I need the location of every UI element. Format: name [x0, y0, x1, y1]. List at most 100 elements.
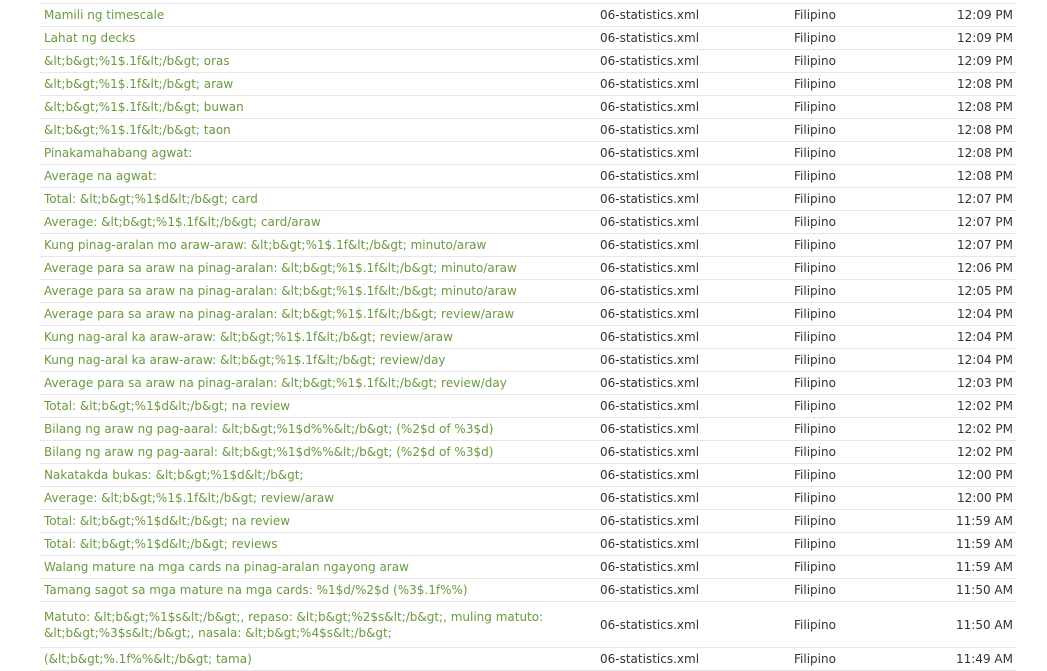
source-string-link[interactable]: Average: &lt;b&gt;%1$.1f&lt;/b&gt; revie… — [44, 487, 584, 509]
file-name: 06-statistics.xml — [600, 192, 700, 206]
source-string-link[interactable]: Average para sa araw na pinag-aralan: &l… — [44, 257, 584, 279]
source-string-link[interactable]: Kung nag-aral ka araw-araw: &lt;b&gt;%1$… — [44, 326, 584, 348]
timestamp: 12:00 PM — [957, 468, 1013, 482]
table-row[interactable]: Nakatakda bukas: &lt;b&gt;%1$d&lt;/b&gt;… — [40, 464, 1016, 487]
source-string-link[interactable]: Kung nag-aral ka araw-araw: &lt;b&gt;%1$… — [44, 349, 584, 371]
source-string-link[interactable]: Bilang ng araw ng pag-aaral: &lt;b&gt;%1… — [44, 418, 584, 440]
timestamp: 12:08 PM — [957, 146, 1013, 160]
file-name: 06-statistics.xml — [600, 31, 700, 45]
file-name: 06-statistics.xml — [600, 468, 700, 482]
table-row[interactable]: &lt;b&gt;%1$.1f&lt;/b&gt; buwan 06-stati… — [40, 96, 1016, 119]
source-string-link[interactable]: Average para sa araw na pinag-aralan: &l… — [44, 280, 584, 302]
file-name: 06-statistics.xml — [600, 123, 700, 137]
source-string-link[interactable]: Tamang sagot sa mga mature na mga cards:… — [44, 579, 584, 601]
table-row[interactable]: Total: &lt;b&gt;%1$d&lt;/b&gt; reviews 0… — [40, 533, 1016, 556]
file-name: 06-statistics.xml — [600, 583, 700, 597]
table-row[interactable]: Average na agwat: 06-statistics.xml Fili… — [40, 165, 1016, 188]
file-name: 06-statistics.xml — [600, 8, 700, 22]
file-name: 06-statistics.xml — [600, 169, 700, 183]
timestamp: 12:04 PM — [957, 353, 1013, 367]
table-row[interactable]: Total: &lt;b&gt;%1$d&lt;/b&gt; na review… — [40, 395, 1016, 418]
source-string-link[interactable]: Total: &lt;b&gt;%1$d&lt;/b&gt; na review — [44, 510, 584, 532]
timestamp: 12:05 PM — [957, 284, 1013, 298]
table-row[interactable]: Walang mature na mga cards na pinag-aral… — [40, 556, 1016, 579]
timestamp: 12:08 PM — [957, 123, 1013, 137]
timestamp: 11:49 AM — [956, 652, 1013, 666]
table-row[interactable]: Average: &lt;b&gt;%1$.1f&lt;/b&gt; revie… — [40, 487, 1016, 510]
table-row[interactable]: Bilang ng araw ng pag-aaral: &lt;b&gt;%1… — [40, 441, 1016, 464]
table-row[interactable]: Mamili ng timescale 06-statistics.xml Fi… — [40, 4, 1016, 27]
file-name: 06-statistics.xml — [600, 261, 700, 275]
source-string-link[interactable]: Matuto: &lt;b&gt;%1$s&lt;/b&gt;, repaso:… — [44, 602, 584, 647]
file-name: 06-statistics.xml — [600, 514, 700, 528]
table-row[interactable]: &lt;b&gt;%1$.1f&lt;/b&gt; taon 06-statis… — [40, 119, 1016, 142]
table-row[interactable]: Kung pinag-aralan mo araw-araw: &lt;b&gt… — [40, 234, 1016, 257]
table-row[interactable]: Average para sa araw na pinag-aralan: &l… — [40, 257, 1016, 280]
timestamp: 12:00 PM — [957, 491, 1013, 505]
table-row[interactable]: Lahat ng decks 06-statistics.xml Filipin… — [40, 27, 1016, 50]
source-string-link[interactable]: Pinakamahabang agwat: — [44, 142, 584, 164]
source-string-link[interactable]: &lt;b&gt;%1$.1f&lt;/b&gt; taon — [44, 119, 584, 141]
table-row[interactable]: &lt;b&gt;%1$.1f&lt;/b&gt; araw 06-statis… — [40, 73, 1016, 96]
timestamp: 12:08 PM — [957, 169, 1013, 183]
source-string-link[interactable]: Total: &lt;b&gt;%1$d&lt;/b&gt; reviews — [44, 533, 584, 555]
timestamp: 12:08 PM — [957, 100, 1013, 114]
source-string-link[interactable]: Average na agwat: — [44, 165, 584, 187]
file-name: 06-statistics.xml — [600, 54, 700, 68]
file-name: 06-statistics.xml — [600, 77, 700, 91]
file-name: 06-statistics.xml — [600, 238, 700, 252]
table-row[interactable]: Matuto: &lt;b&gt;%1$s&lt;/b&gt;, repaso:… — [40, 602, 1016, 648]
source-string-link[interactable]: Walang mature na mga cards na pinag-aral… — [44, 556, 584, 578]
source-string-link[interactable]: Total: &lt;b&gt;%1$d&lt;/b&gt; card — [44, 188, 584, 210]
timestamp: 12:07 PM — [957, 238, 1013, 252]
source-string-link[interactable]: Mamili ng timescale — [44, 4, 584, 26]
timestamp: 12:02 PM — [957, 399, 1013, 413]
file-name: 06-statistics.xml — [600, 399, 700, 413]
file-name: 06-statistics.xml — [600, 307, 700, 321]
timestamp: 11:50 AM — [956, 583, 1013, 597]
table-row[interactable]: Average para sa araw na pinag-aralan: &l… — [40, 303, 1016, 326]
timestamp: 12:09 PM — [957, 31, 1013, 45]
source-string-link[interactable]: Total: &lt;b&gt;%1$d&lt;/b&gt; na review — [44, 395, 584, 417]
source-string-link[interactable]: &lt;b&gt;%1$.1f&lt;/b&gt; araw — [44, 73, 584, 95]
table-row[interactable]: Average para sa araw na pinag-aralan: &l… — [40, 280, 1016, 303]
timestamp: 11:59 AM — [956, 514, 1013, 528]
source-string-link[interactable]: Nakatakda bukas: &lt;b&gt;%1$d&lt;/b&gt; — [44, 464, 584, 486]
source-string-link[interactable]: Average: &lt;b&gt;%1$.1f&lt;/b&gt; card/… — [44, 211, 584, 233]
timestamp: 12:03 PM — [957, 376, 1013, 390]
timestamp: 11:50 AM — [956, 617, 1013, 632]
table-row[interactable]: Average: &lt;b&gt;%1$.1f&lt;/b&gt; card/… — [40, 211, 1016, 234]
timestamp: 12:09 PM — [957, 8, 1013, 22]
file-name: 06-statistics.xml — [600, 560, 700, 574]
table-row[interactable]: Total: &lt;b&gt;%1$d&lt;/b&gt; na review… — [40, 510, 1016, 533]
file-name: 06-statistics.xml — [600, 146, 700, 160]
timestamp: 11:59 AM — [956, 537, 1013, 551]
source-string-link[interactable]: Average para sa araw na pinag-aralan: &l… — [44, 372, 584, 394]
timestamp: 12:06 PM — [957, 261, 1013, 275]
table-row[interactable]: &lt;b&gt;%1$.1f&lt;/b&gt; oras 06-statis… — [40, 50, 1016, 73]
table-row[interactable]: Average para sa araw na pinag-aralan: &l… — [40, 372, 1016, 395]
source-string-link[interactable]: &lt;b&gt;%1$.1f&lt;/b&gt; oras — [44, 50, 584, 72]
source-string-link[interactable]: &lt;b&gt;%1$.1f&lt;/b&gt; buwan — [44, 96, 584, 118]
timestamp: 12:04 PM — [957, 330, 1013, 344]
file-name: 06-statistics.xml — [600, 652, 700, 666]
table-row[interactable]: (&lt;b&gt;%.1f%%&lt;/b&gt; tama) 06-stat… — [40, 648, 1016, 671]
file-name: 06-statistics.xml — [600, 100, 700, 114]
table-row[interactable]: Kung nag-aral ka araw-araw: &lt;b&gt;%1$… — [40, 326, 1016, 349]
table-row[interactable]: Kung nag-aral ka araw-araw: &lt;b&gt;%1$… — [40, 349, 1016, 372]
table-row[interactable]: Total: &lt;b&gt;%1$d&lt;/b&gt; card 06-s… — [40, 188, 1016, 211]
source-string-link[interactable]: (&lt;b&gt;%.1f%%&lt;/b&gt; tama) — [44, 648, 584, 670]
table-row[interactable]: Tamang sagot sa mga mature na mga cards:… — [40, 579, 1016, 602]
file-name: 06-statistics.xml — [600, 491, 700, 505]
source-string-link[interactable]: Lahat ng decks — [44, 27, 584, 49]
timestamp: 12:07 PM — [957, 215, 1013, 229]
source-string-link[interactable]: Bilang ng araw ng pag-aaral: &lt;b&gt;%1… — [44, 441, 584, 463]
source-string-link[interactable]: Kung pinag-aralan mo araw-araw: &lt;b&gt… — [44, 234, 584, 256]
string-history-table: Mamili ng timescale 06-statistics.xml Fi… — [40, 3, 1016, 671]
source-string-link[interactable]: Average para sa araw na pinag-aralan: &l… — [44, 303, 584, 325]
timestamp: 12:08 PM — [957, 77, 1013, 91]
timestamp: 11:59 AM — [956, 560, 1013, 574]
table-row[interactable]: Bilang ng araw ng pag-aaral: &lt;b&gt;%1… — [40, 418, 1016, 441]
table-row[interactable]: Pinakamahabang agwat: 06-statistics.xml … — [40, 142, 1016, 165]
timestamp: 12:02 PM — [957, 422, 1013, 436]
